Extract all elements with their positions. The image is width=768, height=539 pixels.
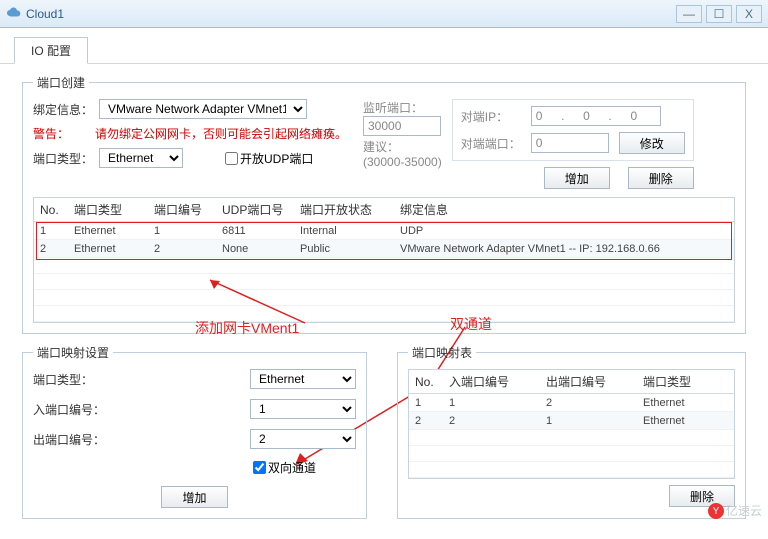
- watermark-icon: Y: [708, 503, 724, 519]
- port-type-label: 端口类型：: [33, 150, 93, 167]
- open-udp-input[interactable]: [225, 152, 238, 165]
- map-tbl-legend: 端口映射表: [408, 344, 476, 361]
- peer-port-input: [531, 133, 609, 153]
- out-port-select[interactable]: 2: [250, 429, 356, 449]
- add-port-button[interactable]: 增加: [544, 167, 610, 189]
- port-map-table-group: 端口映射表 No. 入端口编号 出端口编号 端口类型 112Ethernet: [397, 344, 746, 519]
- col-udp: UDP端口号: [216, 198, 294, 222]
- warning-text: 请勿绑定公网网卡，否则可能会引起网络瘫痪。: [95, 125, 347, 142]
- port-map-table[interactable]: No. 入端口编号 出端口编号 端口类型 112Ethernet 221Ethe…: [409, 370, 734, 478]
- mcol-out: 出端口编号: [540, 370, 637, 394]
- warning-label: 警告：: [33, 125, 89, 142]
- bidirectional-label: 双向通道: [268, 459, 316, 476]
- app-icon: [6, 6, 22, 22]
- suggest-range: (30000-35000): [363, 155, 442, 169]
- watermark: Y亿速云: [708, 502, 762, 519]
- map-type-label: 端口类型：: [33, 371, 109, 388]
- port-create-group: 端口创建 绑定信息： VMware Network Adapter VMnet1…: [22, 74, 746, 334]
- in-port-label: 入端口编号：: [33, 401, 109, 418]
- peer-port-label: 对端端口：: [461, 135, 521, 152]
- maximize-button[interactable]: ☐: [706, 5, 732, 23]
- open-udp-checkbox[interactable]: 开放UDP端口: [225, 150, 313, 167]
- port-map-settings-group: 端口映射设置 端口类型： Ethernet 入端口编号： 1 出端口编号： 2 …: [22, 344, 367, 519]
- suggest-label: 建议：: [363, 138, 442, 155]
- table-row[interactable]: 2Ethernet2NonePublicVMware Network Adapt…: [34, 240, 734, 258]
- table-row[interactable]: 1Ethernet16811InternalUDP: [34, 222, 734, 240]
- tab-io-config[interactable]: IO 配置: [14, 37, 88, 64]
- mcol-in: 入端口编号: [443, 370, 540, 394]
- mcol-no: No.: [409, 370, 443, 394]
- tab-bar: IO 配置: [0, 28, 768, 64]
- bind-info-select[interactable]: VMware Network Adapter VMnet1 -- IP: 192…: [99, 99, 307, 119]
- port-create-legend: 端口创建: [33, 74, 89, 91]
- minimize-button[interactable]: —: [676, 5, 702, 23]
- add-mapping-button[interactable]: 增加: [161, 486, 227, 508]
- window-title: Cloud1: [26, 7, 676, 21]
- listen-port-input: [363, 116, 441, 136]
- in-port-select[interactable]: 1: [250, 399, 356, 419]
- map-type-select[interactable]: Ethernet: [250, 369, 356, 389]
- col-type: 端口类型: [68, 198, 148, 222]
- mcol-type: 端口类型: [637, 370, 734, 394]
- window-controls: — ☐ X: [676, 5, 762, 23]
- map-set-legend: 端口映射设置: [33, 344, 113, 361]
- peer-ip-input: [531, 106, 661, 126]
- col-state: 端口开放状态: [294, 198, 394, 222]
- table-row[interactable]: 112Ethernet: [409, 394, 734, 412]
- listen-port-label: 监听端口：: [363, 99, 442, 116]
- out-port-label: 出端口编号：: [33, 431, 109, 448]
- bind-info-label: 绑定信息：: [33, 101, 93, 118]
- port-table-wrap: No. 端口类型 端口编号 UDP端口号 端口开放状态 绑定信息 1Ethern…: [33, 197, 735, 323]
- bidirectional-checkbox[interactable]: 双向通道: [253, 459, 316, 476]
- table-row[interactable]: 221Ethernet: [409, 412, 734, 430]
- port-type-select[interactable]: Ethernet: [99, 148, 183, 168]
- close-button[interactable]: X: [736, 5, 762, 23]
- col-bind: 绑定信息: [394, 198, 734, 222]
- modify-button[interactable]: 修改: [619, 132, 685, 154]
- delete-port-button[interactable]: 删除: [628, 167, 694, 189]
- open-udp-label: 开放UDP端口: [240, 150, 313, 167]
- window-titlebar: Cloud1 — ☐ X: [0, 0, 768, 28]
- port-table[interactable]: No. 端口类型 端口编号 UDP端口号 端口开放状态 绑定信息 1Ethern…: [34, 198, 734, 322]
- col-num: 端口编号: [148, 198, 216, 222]
- col-no: No.: [34, 198, 68, 222]
- bidirectional-input[interactable]: [253, 461, 266, 474]
- peer-ip-label: 对端IP：: [461, 108, 521, 125]
